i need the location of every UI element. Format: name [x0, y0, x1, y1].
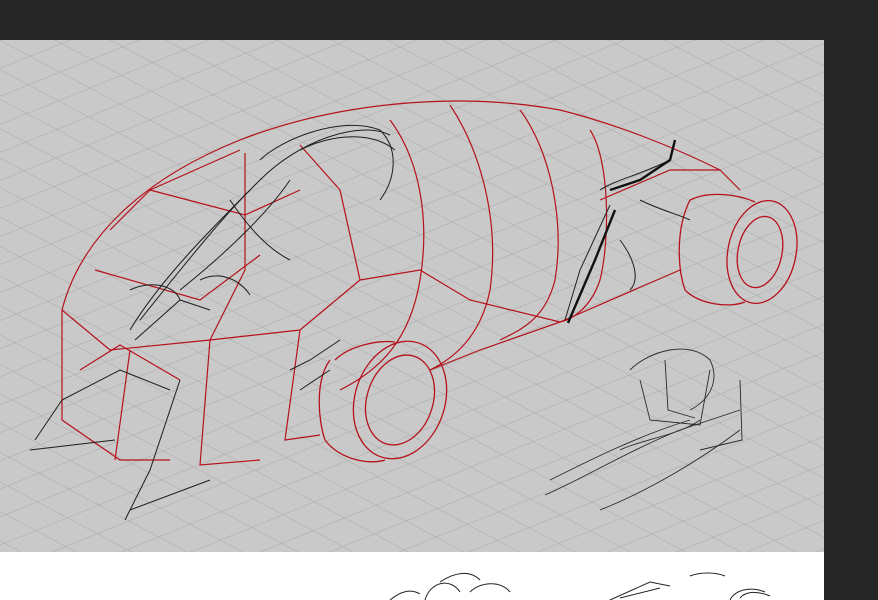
drawing-app-window	[0, 0, 878, 600]
lower-pencil-sketch	[389, 572, 771, 600]
drawing-canvas[interactable]	[0, 40, 824, 552]
lower-sketch-artwork	[389, 572, 771, 600]
lower-sketch-paper[interactable]	[0, 552, 824, 600]
right-scroll-gutter[interactable]	[824, 40, 878, 600]
canvas-artwork	[0, 40, 824, 552]
top-bar	[0, 0, 878, 40]
perspective-grid-b	[0, 40, 824, 552]
